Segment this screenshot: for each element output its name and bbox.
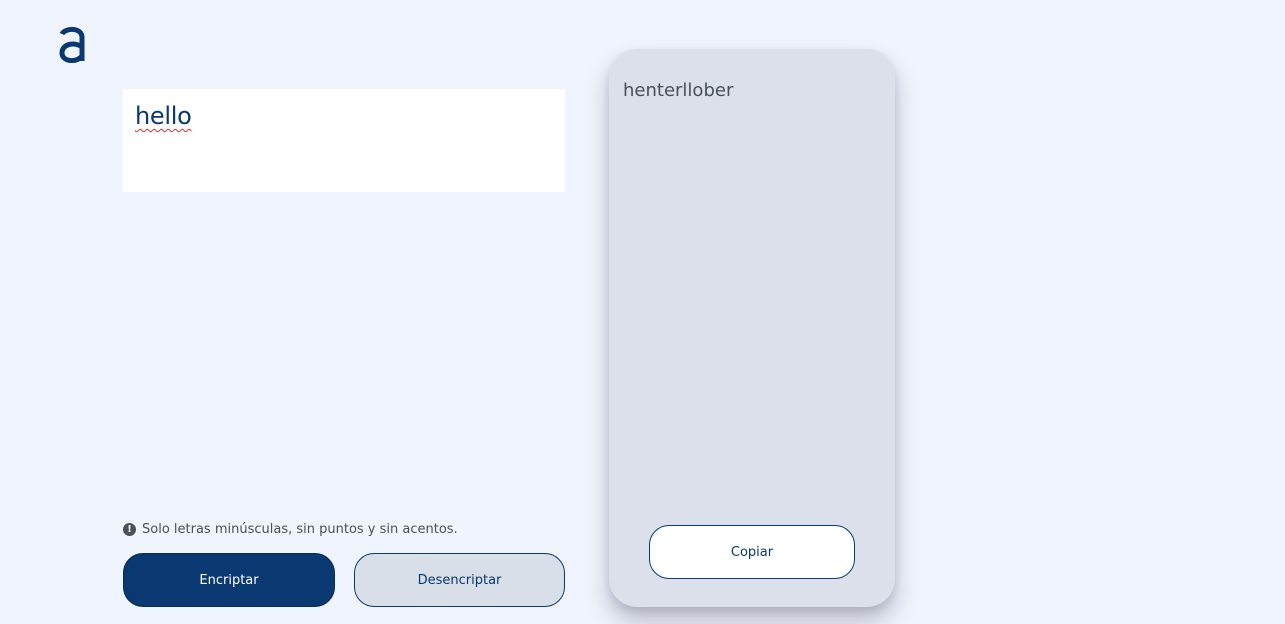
input-hint: ! Solo letras minúsculas, sin puntos y s…	[123, 522, 458, 537]
logo-icon	[59, 26, 85, 63]
text-input-area[interactable]: hello	[123, 89, 565, 192]
decrypt-button-label: Desencriptar	[417, 572, 502, 588]
copy-button[interactable]: Copiar	[649, 525, 855, 579]
hint-text: Solo letras minúsculas, sin puntos y sin…	[142, 522, 458, 537]
page: hello ! Solo letras minúsculas, sin punt…	[0, 0, 1285, 624]
output-panel: henterllober Copiar	[609, 49, 895, 607]
copy-button-label: Copiar	[730, 544, 774, 560]
encrypt-button[interactable]: Encriptar	[123, 553, 335, 607]
decrypt-button[interactable]: Desencriptar	[354, 553, 565, 607]
encrypt-button-label: Encriptar	[199, 572, 259, 588]
output-text: henterllober	[623, 80, 734, 101]
exclamation-circle-icon: !	[123, 523, 136, 536]
text-input-value: hello	[135, 102, 192, 130]
